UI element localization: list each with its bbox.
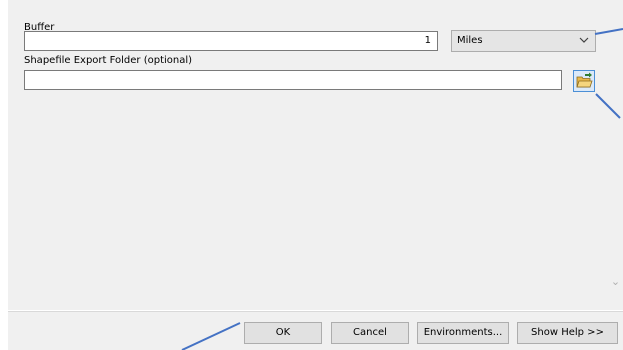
buffer-unit-value: Miles xyxy=(457,35,483,46)
browse-folder-button[interactable] xyxy=(573,70,595,92)
buffer-distance-input[interactable]: 1 xyxy=(24,31,438,51)
scroll-down-icon[interactable]: ⌄ xyxy=(610,276,621,287)
vertical-scrollbar[interactable]: ⌄ xyxy=(608,0,623,310)
ok-button[interactable]: OK xyxy=(244,322,322,344)
folder-browse-icon xyxy=(576,72,593,88)
shapefile-folder-input[interactable] xyxy=(24,70,562,90)
show-help-button[interactable]: Show Help >> xyxy=(517,322,618,344)
cancel-button[interactable]: Cancel xyxy=(331,322,409,344)
chevron-down-icon xyxy=(579,37,589,43)
buffer-distance-value: 1 xyxy=(424,35,431,46)
environments-button[interactable]: Environments... xyxy=(417,322,509,344)
buffer-unit-select[interactable]: Miles xyxy=(451,30,596,52)
shapefile-folder-label: Shapefile Export Folder (optional) xyxy=(24,55,193,66)
